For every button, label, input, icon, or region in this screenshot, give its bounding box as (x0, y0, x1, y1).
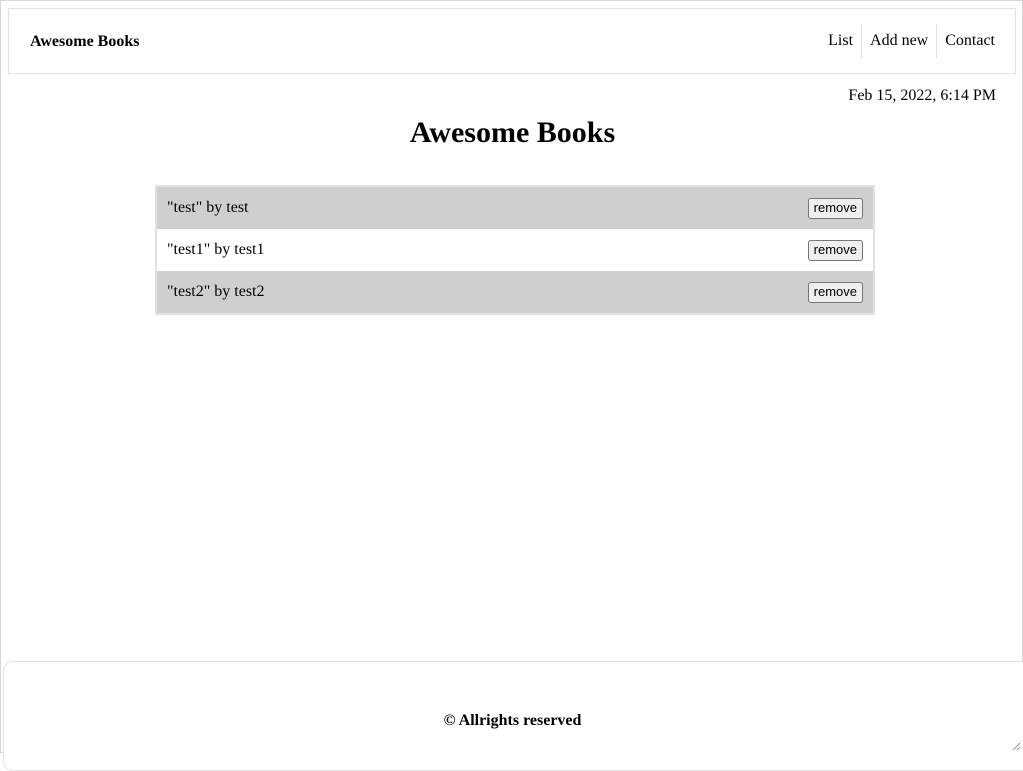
book-title-author: "test" by test (167, 199, 249, 216)
navbar: Awesome Books List Add new Contact (8, 8, 1016, 74)
brand-logo-text: Awesome Books (30, 33, 140, 50)
footer-copyright: © Allrights reserved (443, 712, 582, 729)
book-row: "test" by test remove (157, 187, 873, 229)
nav-link-contact[interactable]: Contact (937, 24, 1003, 58)
remove-button[interactable]: remove (807, 281, 863, 303)
book-title-author: "test2" by test2 (167, 283, 265, 300)
book-title-author: "test1" by test1 (167, 241, 265, 258)
current-datetime: Feb 15, 2022, 6:14 PM (848, 87, 996, 104)
remove-button[interactable]: remove (807, 239, 863, 261)
nav-link-list[interactable]: List (820, 24, 861, 58)
nav-links: List Add new Contact (820, 24, 1003, 58)
book-row: "test2" by test2 remove (157, 271, 873, 313)
book-row: "test1" by test1 remove (157, 229, 873, 271)
book-list: "test" by test remove "test1" by test1 r… (155, 185, 875, 315)
page-title: Awesome Books (409, 116, 616, 149)
resize-grip-icon[interactable] (1011, 741, 1021, 751)
nav-link-add-new[interactable]: Add new (862, 24, 936, 58)
remove-button[interactable]: remove (807, 197, 863, 219)
